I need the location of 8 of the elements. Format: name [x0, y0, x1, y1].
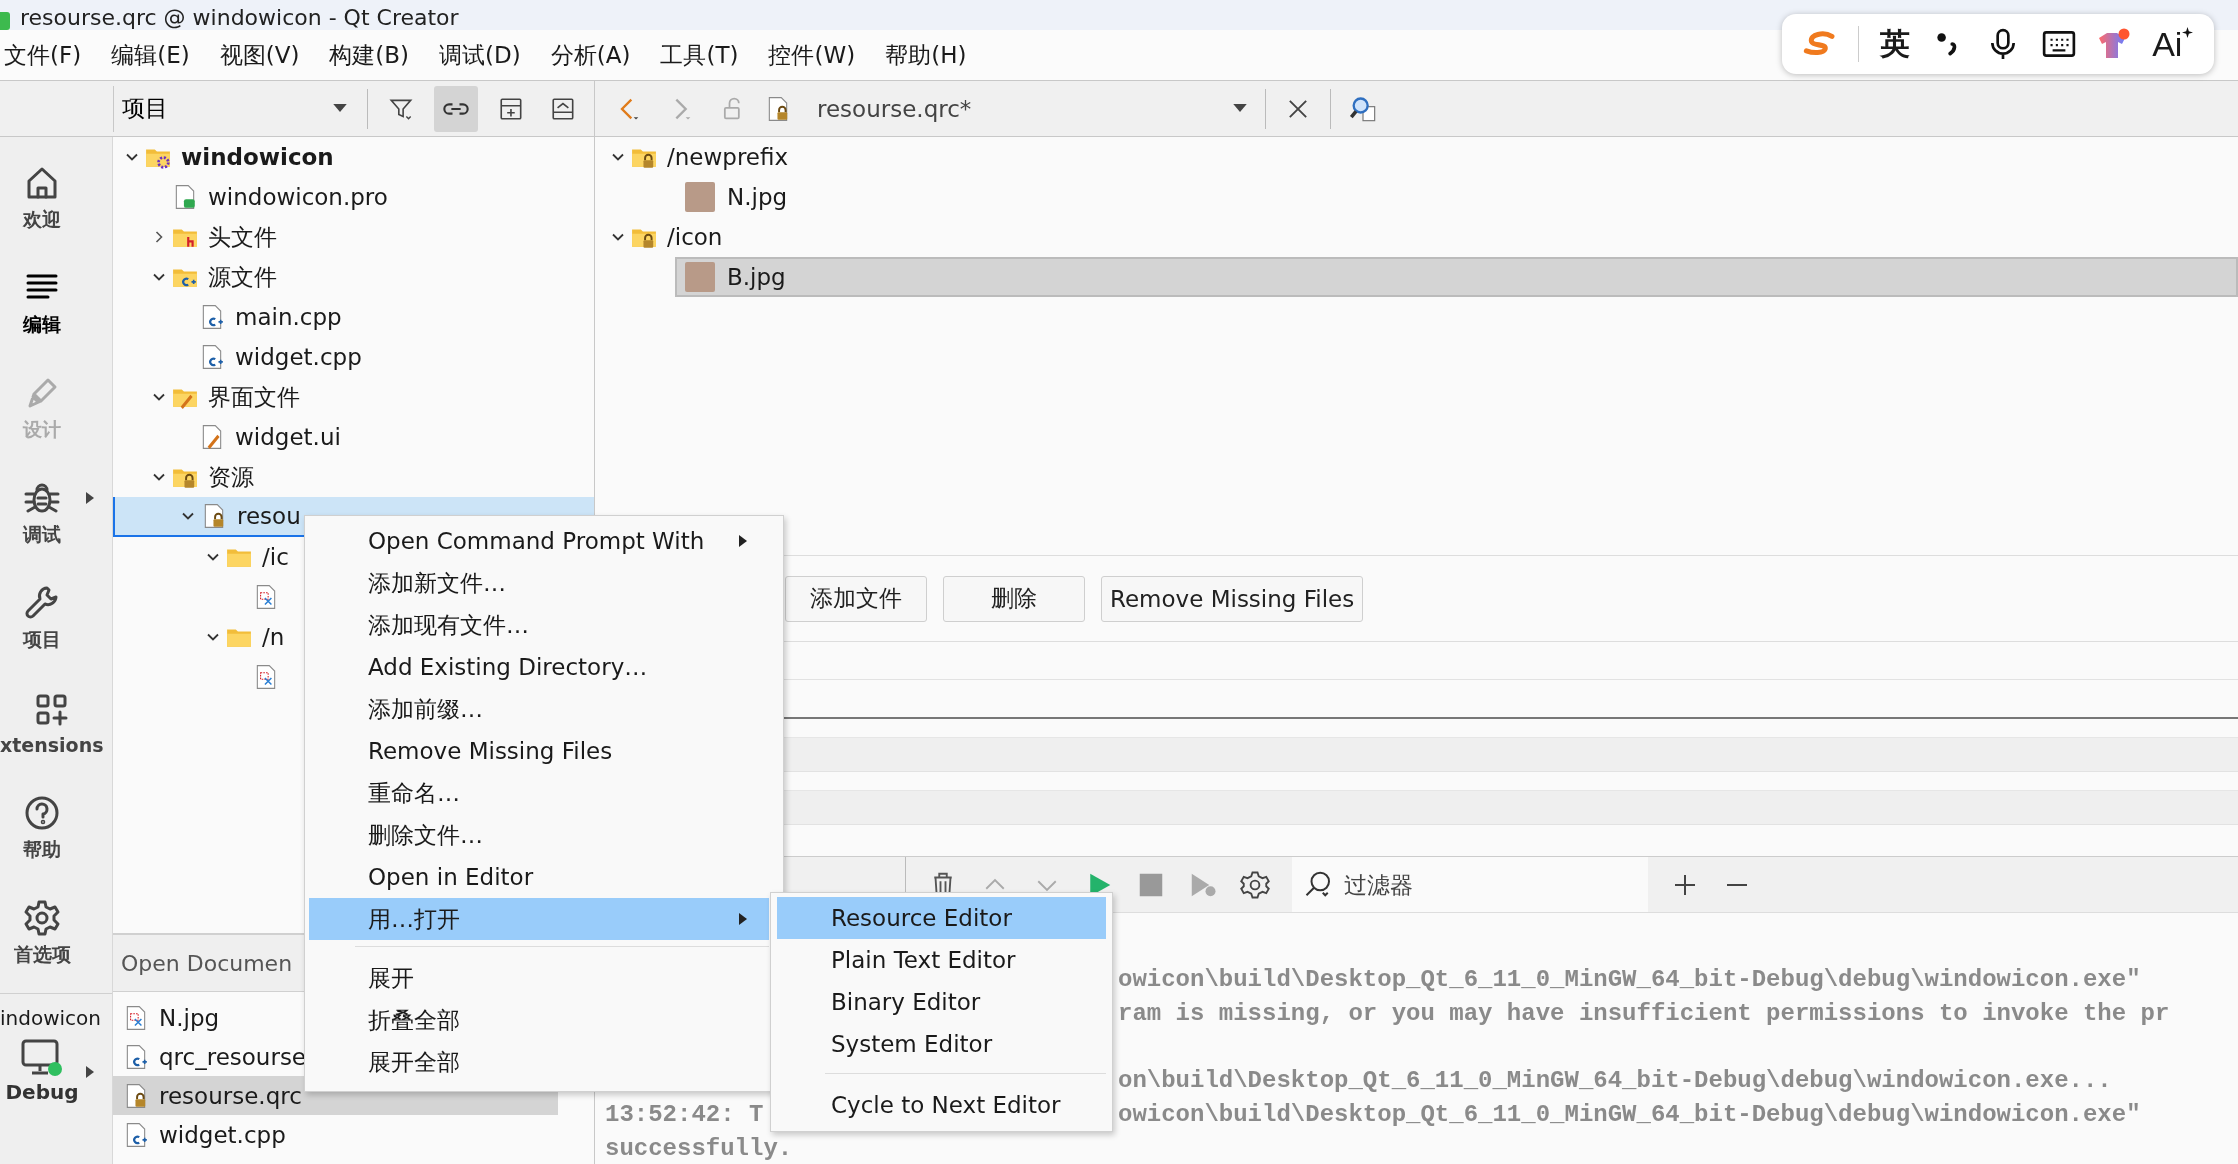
window-title: resourse.qrc @ windowicon - Qt Creator	[20, 6, 459, 30]
output-text: owicon\build\Desktop_Qt_6_11_0_MinGW_64_bit-Debug\debug\windowicon.exe"	[1118, 965, 2141, 993]
output-text: 13:52:42: T	[605, 1100, 764, 1128]
output-text: on\build\Desktop_Qt_6_11_0_MinGW_64_bit-Debug\debug\windowicon.exe...	[1118, 1066, 2112, 1094]
output-text: successfully.	[605, 1134, 793, 1162]
output-text: ram is missing, or you may have insufficient permissions to invoke the pr	[1118, 999, 2170, 1027]
output-text: owicon\build\Desktop_Qt_6_11_0_MinGW_64_bit-Debug\debug\windowicon.exe"	[1118, 1100, 2141, 1128]
project-name: indowicon	[0, 1006, 102, 1030]
